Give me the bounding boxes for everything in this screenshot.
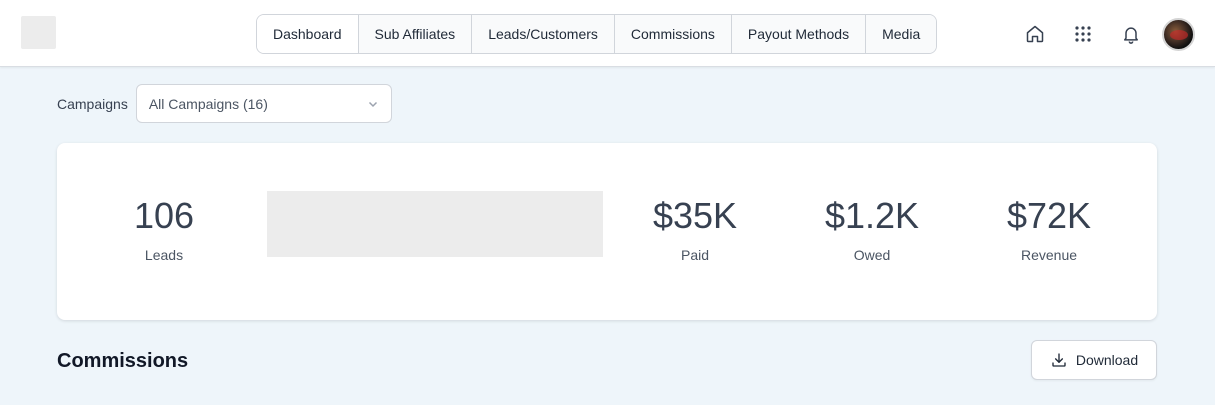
stat-owed-value: $1.2K xyxy=(824,195,920,236)
download-button[interactable]: Download xyxy=(1031,340,1157,380)
download-icon xyxy=(1052,353,1066,367)
main-nav: Dashboard Sub Affiliates Leads/Customers… xyxy=(256,14,938,54)
home-icon[interactable] xyxy=(1018,17,1052,51)
campaigns-select[interactable]: All Campaigns (16) xyxy=(135,84,392,123)
stat-leads: 106 Leads xyxy=(74,195,254,263)
stat-owed: $1.2K Owed xyxy=(782,195,962,263)
download-label: Download xyxy=(1075,352,1139,368)
campaigns-selected-value: All Campaigns (16) xyxy=(148,95,268,112)
nav-dashboard[interactable]: Dashboard xyxy=(257,15,359,53)
user-avatar[interactable] xyxy=(1162,17,1195,51)
campaigns-label: Campaigns xyxy=(57,95,128,112)
bell-icon[interactable] xyxy=(1114,17,1148,51)
nav-payout-methods[interactable]: Payout Methods xyxy=(731,15,867,53)
stat-leads-value: 106 xyxy=(133,195,195,236)
nav-leads-customers[interactable]: Leads/Customers xyxy=(472,15,615,53)
stat-revenue-label: Revenue xyxy=(1020,247,1078,263)
stat-revenue-value: $72K xyxy=(1006,195,1092,236)
stat-revenue: $72K Revenue xyxy=(959,195,1139,263)
chart-placeholder xyxy=(267,191,603,257)
stat-paid: $35K Paid xyxy=(605,195,785,263)
nav-commissions[interactable]: Commissions xyxy=(614,15,732,53)
stat-owed-label: Owed xyxy=(853,247,891,263)
nav-media[interactable]: Media xyxy=(866,15,937,53)
stat-leads-label: Leads xyxy=(144,247,184,263)
nav-sub-affiliates[interactable]: Sub Affiliates xyxy=(358,15,473,53)
header-actions xyxy=(1004,17,1195,51)
logo-placeholder[interactable] xyxy=(21,16,56,49)
stat-paid-value: $35K xyxy=(652,195,738,236)
commissions-title: Commissions xyxy=(57,350,189,372)
apps-grid-icon[interactable] xyxy=(1066,17,1100,51)
top-navigation-bar: Dashboard Sub Affiliates Leads/Customers… xyxy=(0,0,1215,67)
stat-paid-label: Paid xyxy=(680,247,710,263)
stats-card: 106 Leads $35K Paid $1.2K Owed $72K Reve… xyxy=(57,143,1157,320)
chevron-down-icon xyxy=(368,101,377,107)
campaign-filter: Campaigns All Campaigns (16) xyxy=(57,84,392,123)
